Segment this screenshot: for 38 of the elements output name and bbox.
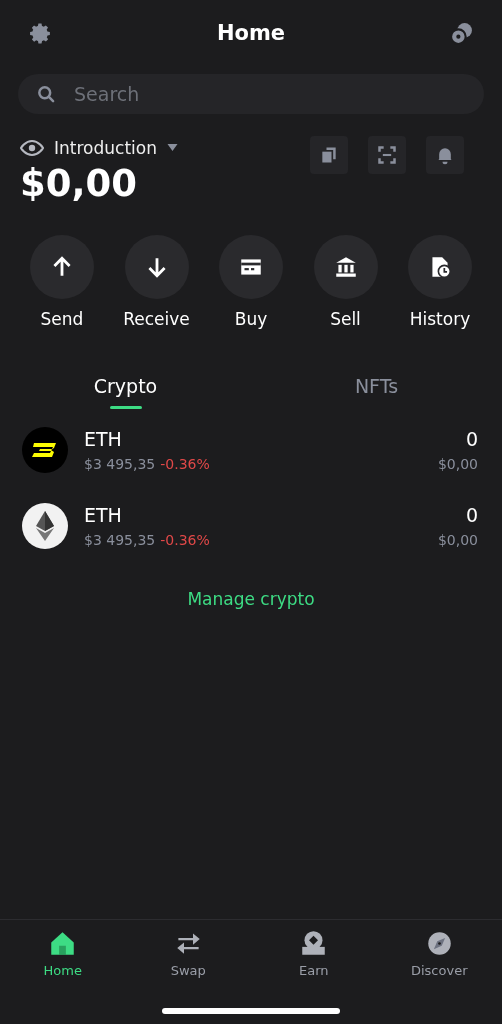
swap-tab[interactable]: Swap [125,930,251,978]
token-logo-icon [22,427,68,473]
home-tab[interactable]: Home [0,930,126,978]
send-button[interactable]: Send [18,235,106,329]
token-value: $0,00 [437,532,478,548]
compass-icon [425,930,453,957]
token-symbol: ETH [84,504,123,526]
copy-icon [319,145,339,165]
token-price: $3 495,35 [84,532,156,548]
search-field[interactable]: Search [18,74,484,114]
earn-tab[interactable]: Earn [251,930,377,978]
scan-icon [377,145,397,165]
price-change: -0.36% [160,532,210,548]
token-price: $3 495,35 [84,456,156,472]
manage-crypto-link[interactable]: Manage crypto [187,589,315,609]
token-amount: 0 [465,428,478,450]
receive-button[interactable]: Receive [112,235,201,329]
history-button[interactable]: History [396,235,484,329]
sell-button[interactable]: Sell [301,235,390,329]
token-symbol: ETH [84,428,123,450]
scan-button[interactable] [368,136,406,174]
price-change: -0.36% [160,456,210,472]
ethereum-logo-icon [22,503,68,549]
balance-amount: $0,00 [20,162,139,205]
screen-title: Home [216,21,286,45]
tab[interactable]: Crypto [0,369,251,409]
coin-icon [300,930,328,957]
copy-button[interactable] [310,136,348,174]
notification-button[interactable] [426,136,464,174]
caret-icon[interactable] [166,144,178,152]
discover-tab[interactable]: Discover [376,930,502,978]
wallet-connect-icon[interactable] [449,20,474,46]
token-amount: 0 [465,504,478,526]
wallet-name[interactable]: Introduction [54,138,157,158]
tab[interactable]: NFTs [251,369,502,409]
token-value: $0,00 [437,456,478,472]
buy-button[interactable]: Buy [207,235,295,329]
house-icon [49,930,77,957]
